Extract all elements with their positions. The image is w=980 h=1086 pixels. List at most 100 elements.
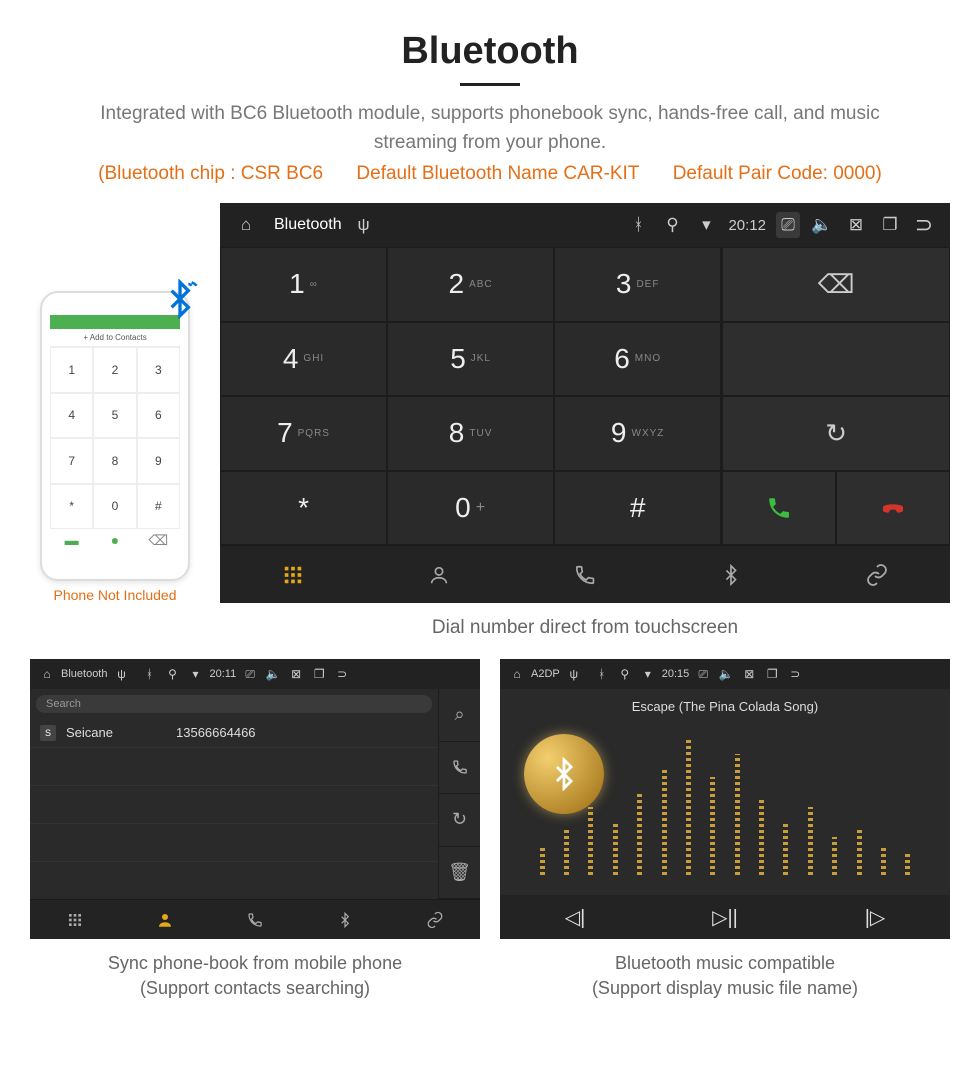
nav-bluetooth[interactable]	[300, 900, 390, 939]
statusbar: ⌂ Bluetooth ψ ᚼ ⚲ ▾ 20:12 ⎚ 🔈 ⊠ ❐ ⊃	[220, 203, 950, 247]
home-icon[interactable]: ⌂	[508, 667, 526, 681]
key-0[interactable]: 0+	[387, 471, 554, 546]
contacts-side-actions: ⌕ ↻ 🗑	[438, 689, 480, 899]
close-icon[interactable]: ⊠	[287, 667, 305, 681]
bluetooth-info: (Bluetooth chip : CSR BC6 Default Blueto…	[30, 163, 950, 185]
main-caption: Dial number direct from touchscreen	[30, 617, 950, 639]
phone-keypad: 1 2 3 4 5 6 7 8 9 * 0 #	[50, 347, 180, 529]
wifi-icon: ▾	[186, 667, 204, 681]
volume-icon[interactable]: 🔈	[264, 667, 282, 681]
prev-button[interactable]: ◁|	[500, 895, 650, 939]
backspace-icon: ⌫	[137, 529, 180, 551]
bt-code: Default Pair Code: 0000)	[673, 163, 882, 184]
keypad: 1∞ 2ABC 3DEF 4GHI 5JKL 6MNO 7PQRS 8TUV 9…	[220, 247, 721, 545]
usb-icon: ψ	[112, 667, 130, 681]
clock: 20:12	[728, 217, 766, 234]
call-button[interactable]	[722, 471, 836, 546]
call-icon[interactable]	[439, 742, 480, 795]
search-input[interactable]: Search	[36, 695, 432, 713]
location-icon: ⚲	[163, 667, 181, 681]
back-icon[interactable]: ⊃	[912, 212, 936, 238]
nav-keypad[interactable]	[30, 900, 120, 939]
close-icon[interactable]: ⊠	[740, 667, 758, 681]
music-screen: ⌂ A2DP ψ ᚼ ⚲ ▾ 20:15 ⎚ 🔈 ⊠ ❐ ⊃ Escape (T…	[500, 659, 950, 939]
bluetooth-icon	[158, 279, 202, 323]
key-1[interactable]: 1∞	[220, 247, 387, 322]
nav-call-log[interactable]	[210, 900, 300, 939]
music-statusbar: ⌂ A2DP ψ ᚼ ⚲ ▾ 20:15 ⎚ 🔈 ⊠ ❐ ⊃	[500, 659, 950, 689]
back-icon[interactable]: ⊃	[333, 667, 351, 681]
screenshot-icon[interactable]: ⎚	[776, 212, 800, 238]
recent-icon[interactable]: ❐	[878, 215, 902, 235]
record-icon: ▬	[50, 529, 93, 551]
app-title: A2DP	[531, 668, 560, 680]
bluetooth-status-icon: ᚼ	[140, 667, 158, 681]
bt-name: Default Bluetooth Name CAR-KIT	[356, 163, 639, 184]
recent-icon[interactable]: ❐	[310, 667, 328, 681]
recent-icon[interactable]: ❐	[763, 667, 781, 681]
app-title: Bluetooth	[274, 216, 342, 234]
contact-number: 13566664466	[176, 725, 256, 741]
backspace-button[interactable]: ⌫	[722, 247, 950, 322]
key-3[interactable]: 3DEF	[554, 247, 721, 322]
play-pause-button[interactable]: ▷||	[650, 895, 800, 939]
contact-row[interactable]: S Seicane 13566664466	[30, 719, 438, 748]
wifi-icon: ▾	[639, 667, 657, 681]
call-icon: ●	[93, 529, 136, 551]
app-title: Bluetooth	[61, 668, 107, 680]
music-caption: Bluetooth music compatible(Support displ…	[500, 951, 950, 1001]
screenshot-icon[interactable]: ⎚	[694, 667, 712, 682]
action-column: ⌫ ↻	[721, 247, 950, 545]
search-icon[interactable]: ⌕	[439, 689, 480, 742]
key-4[interactable]: 4GHI	[220, 322, 387, 397]
location-icon: ⚲	[660, 215, 684, 235]
page-title: Bluetooth	[30, 30, 950, 73]
home-icon[interactable]: ⌂	[38, 667, 56, 681]
usb-icon: ψ	[352, 215, 376, 235]
nav-contacts[interactable]	[120, 900, 210, 939]
song-title: Escape (The Pina Colada Song)	[632, 699, 818, 714]
key-2[interactable]: 2ABC	[387, 247, 554, 322]
hangup-button[interactable]	[836, 471, 950, 546]
clock: 20:15	[662, 668, 690, 680]
volume-icon[interactable]: 🔈	[810, 215, 834, 235]
key-6[interactable]: 6MNO	[554, 322, 721, 397]
phone-caption: Phone Not Included	[30, 587, 200, 603]
add-to-contacts: + Add to Contacts	[50, 329, 180, 347]
contact-badge: S	[40, 725, 56, 741]
nav-contacts[interactable]	[366, 546, 512, 603]
nav-bluetooth[interactable]	[658, 546, 804, 603]
nav-link[interactable]	[390, 900, 480, 939]
bluetooth-status-icon: ᚼ	[593, 667, 611, 681]
key-8[interactable]: 8TUV	[387, 396, 554, 471]
key-9[interactable]: 9WXYZ	[554, 396, 721, 471]
delete-icon[interactable]: 🗑	[439, 847, 480, 900]
screenshot-icon[interactable]: ⎚	[241, 667, 259, 682]
volume-icon[interactable]: 🔈	[717, 667, 735, 681]
key-star[interactable]: *	[220, 471, 387, 546]
nav-link[interactable]	[804, 546, 950, 603]
sync-icon[interactable]: ↻	[439, 794, 480, 847]
nav-call-log[interactable]	[512, 546, 658, 603]
home-icon[interactable]: ⌂	[234, 215, 258, 235]
contact-name: Seicane	[66, 725, 176, 741]
subtitle: Integrated with BC6 Bluetooth module, su…	[30, 100, 950, 157]
key-7[interactable]: 7PQRS	[220, 396, 387, 471]
redial-button[interactable]: ↻	[722, 396, 950, 471]
phone-mockup: + Add to Contacts 1 2 3 4 5 6 7 8 9 * 0 …	[40, 291, 190, 581]
contacts-statusbar: ⌂ Bluetooth ψ ᚼ ⚲ ▾ 20:11 ⎚ 🔈 ⊠ ❐ ⊃	[30, 659, 480, 689]
key-hash[interactable]: #	[554, 471, 721, 546]
key-5[interactable]: 5JKL	[387, 322, 554, 397]
bt-chip: (Bluetooth chip : CSR BC6	[98, 163, 323, 184]
clock: 20:11	[209, 668, 236, 680]
music-controls: ◁| ▷|| |▷	[500, 895, 950, 939]
visualizer	[520, 724, 930, 885]
nav-keypad[interactable]	[220, 546, 366, 603]
wifi-icon: ▾	[694, 215, 718, 235]
bottom-nav	[220, 545, 950, 603]
next-button[interactable]: |▷	[800, 895, 950, 939]
close-icon[interactable]: ⊠	[844, 215, 868, 235]
contacts-caption: Sync phone-book from mobile phone(Suppor…	[30, 951, 480, 1001]
dialer-screen: ⌂ Bluetooth ψ ᚼ ⚲ ▾ 20:12 ⎚ 🔈 ⊠ ❐ ⊃ 1∞ 2…	[220, 203, 950, 603]
back-icon[interactable]: ⊃	[786, 667, 804, 681]
